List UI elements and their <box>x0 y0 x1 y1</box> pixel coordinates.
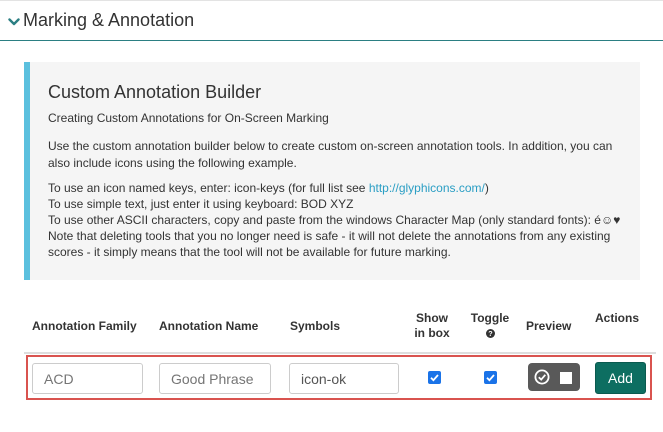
header-show-line1: Show <box>416 311 448 325</box>
instruction-icon-prefix: To use an icon named keys, enter: icon-k… <box>48 181 369 195</box>
ok-circle-icon <box>534 369 550 390</box>
header-annotation-family: Annotation Family <box>32 319 137 333</box>
header-toggle-label: Toggle <box>470 311 510 325</box>
instruction-delete-note: Note that deleting tools that you no lon… <box>48 229 611 259</box>
instruction-ascii-line: To use other ASCII characters, copy and … <box>48 213 621 227</box>
header-annotation-name: Annotation Name <box>159 319 259 333</box>
table-header: Annotation Family Annotation Name Symbol… <box>24 300 656 354</box>
instruction-icon-line: To use an icon named keys, enter: icon-k… <box>48 180 638 196</box>
section-title: Marking & Annotation <box>23 10 195 30</box>
annotation-preview <box>528 363 580 391</box>
header-preview: Preview <box>526 319 572 333</box>
header-symbols: Symbols <box>290 319 341 333</box>
instruction-text-line: To use simple text, just enter it using … <box>48 197 354 211</box>
header-actions: Actions <box>595 311 640 325</box>
square-icon <box>560 371 572 389</box>
section-header[interactable]: Marking & Annotation <box>0 0 663 41</box>
instruction-icon-suffix: ) <box>484 181 489 195</box>
header-toggle: Toggle ? <box>468 311 512 341</box>
question-circle-icon[interactable]: ? <box>485 327 495 338</box>
add-button[interactable]: Add <box>595 362 646 394</box>
symbols-input[interactable] <box>289 363 399 394</box>
annotation-name-input[interactable] <box>159 363 271 394</box>
info-panel: Custom Annotation Builder Creating Custo… <box>24 62 640 280</box>
info-paragraph: Use the custom annotation builder below … <box>48 139 613 170</box>
header-show-line2: in box <box>414 326 450 340</box>
annotation-family-input[interactable] <box>32 363 143 394</box>
info-instructions: To use an icon named keys, enter: icon-k… <box>48 180 638 260</box>
svg-text:?: ? <box>488 329 492 338</box>
chevron-down-icon[interactable] <box>8 15 20 27</box>
show-in-box-checkbox[interactable] <box>428 371 441 384</box>
glyphicons-link[interactable]: http://glyphicons.com/ <box>369 181 485 195</box>
info-title: Custom Annotation Builder <box>48 82 262 102</box>
toggle-checkbox[interactable] <box>484 371 497 384</box>
info-subtitle: Creating Custom Annotations for On-Scree… <box>48 111 329 125</box>
header-show-in-box: Show in box <box>412 311 452 341</box>
